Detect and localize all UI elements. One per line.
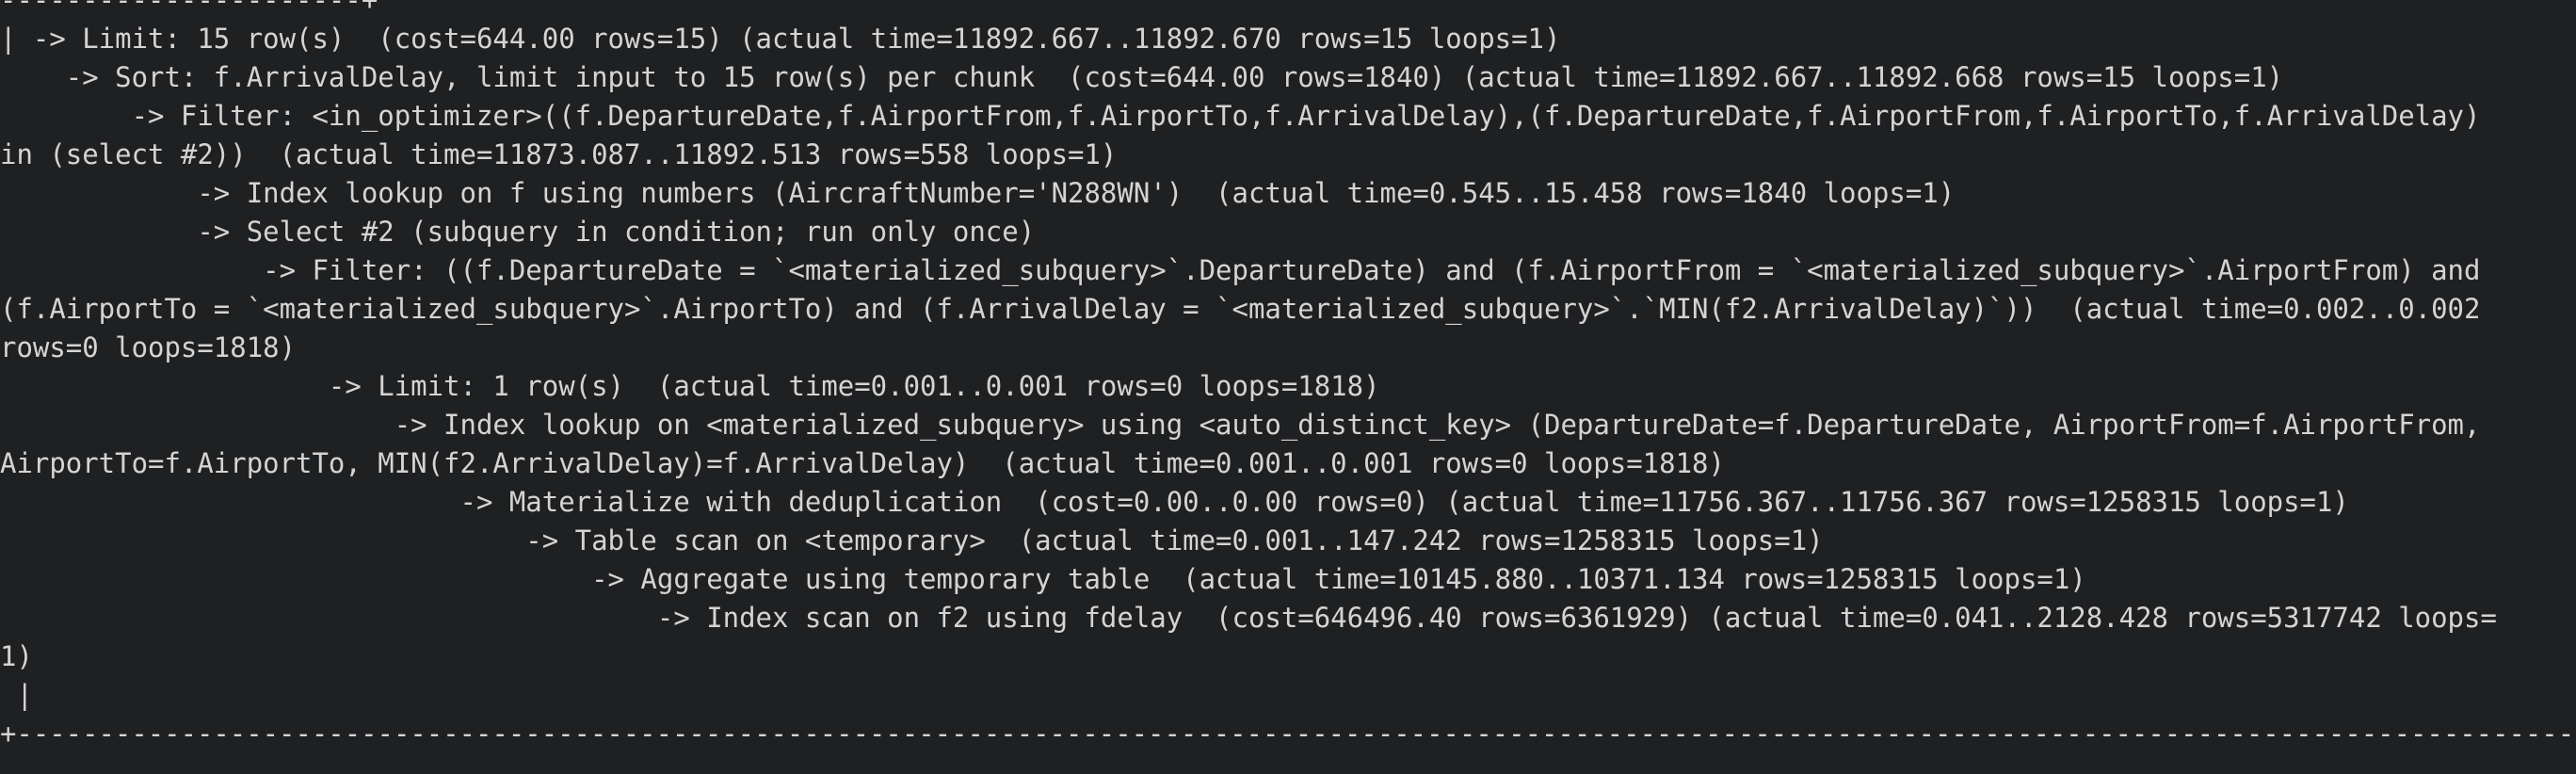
plan-line-filter-in-optimizer: -> Filter: <in_optimizer>((f.DepartureDa… (0, 100, 2481, 132)
plan-line-sort: -> Sort: f.ArrivalDelay, limit input to … (0, 61, 2284, 93)
plan-line-filter-materialized: -> Filter: ((f.DepartureDate = `<materia… (0, 254, 2481, 286)
plan-line-index-lookup-numbers: -> Index lookup on f using numbers (Airc… (0, 177, 1956, 209)
plan-line-table-scan: -> Table scan on <temporary> (actual tim… (0, 524, 1824, 556)
plan-line-index-lookup-materialized-cont: AirportTo=f.AirportTo, MIN(f2.ArrivalDel… (0, 447, 1725, 479)
plan-line-filter-materialized-cont-2: rows=0 loops=1818) (0, 331, 297, 363)
plan-line-index-scan-f2-cont: 1) (0, 640, 33, 672)
table-border-pipe: | (0, 679, 33, 711)
plan-line-filter-in-optimizer-cont: in (select #2)) (actual time=11873.087..… (0, 138, 1118, 170)
table-border-top: ----------------------+ (0, 0, 378, 16)
plan-line-index-scan-f2: -> Index scan on f2 using fdelay (cost=6… (0, 602, 2497, 634)
table-border-bottom: +---------------------------------------… (0, 718, 2575, 750)
plan-line-limit-15: | -> Limit: 15 row(s) (cost=644.00 rows=… (0, 23, 1561, 55)
plan-line-index-lookup-materialized: -> Index lookup on <materialized_subquer… (0, 409, 2481, 441)
terminal-window[interactable]: ----------------------+ | -> Limit: 15 r… (0, 0, 2576, 774)
plan-line-materialize: -> Materialize with deduplication (cost=… (0, 486, 2349, 518)
plan-line-select-2: -> Select #2 (subquery in condition; run… (0, 216, 1036, 248)
plan-line-limit-1: -> Limit: 1 row(s) (actual time=0.001..0… (0, 370, 1380, 402)
plan-line-filter-materialized-cont-1: (f.AirportTo = `<materialized_subquery>`… (0, 293, 2481, 325)
plan-line-aggregate: -> Aggregate using temporary table (actu… (0, 563, 2086, 595)
